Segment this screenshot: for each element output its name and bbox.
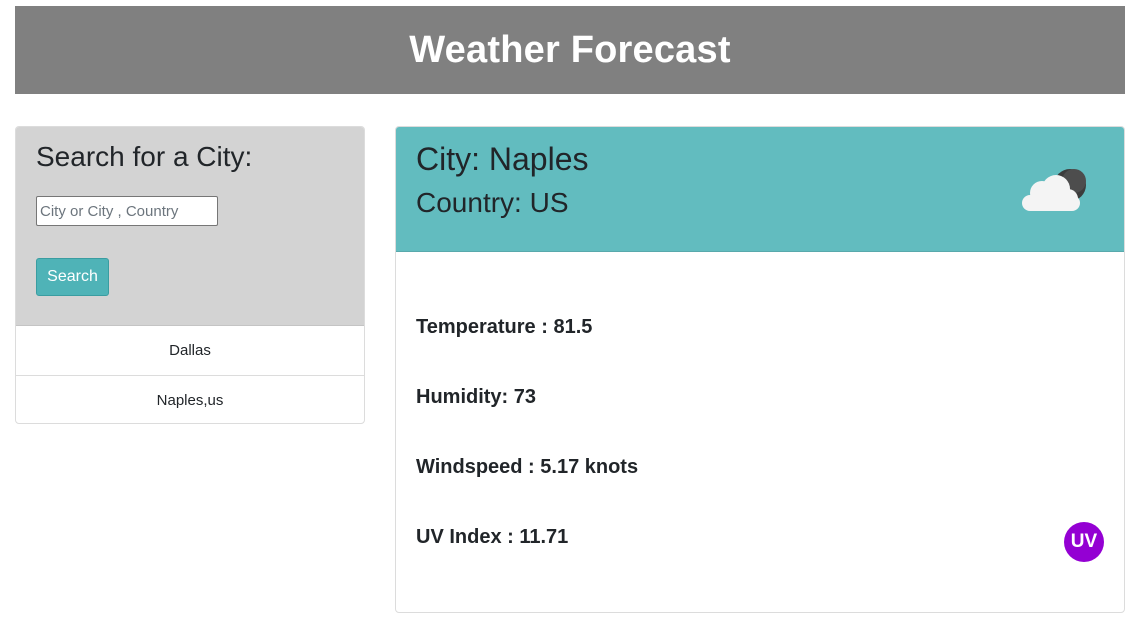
search-button[interactable]: Search bbox=[36, 258, 109, 296]
history-item-naples[interactable]: Naples,us bbox=[16, 376, 364, 423]
page-title: Weather Forecast bbox=[409, 28, 731, 71]
history-item-dallas[interactable]: Dallas bbox=[16, 326, 364, 376]
humidity-value: Humidity: 73 bbox=[416, 386, 537, 408]
forecast-card: City: Naples Country: US Temperature : 8… bbox=[395, 126, 1125, 613]
forecast-details: Temperature : 81.5 Humidity: 73 Windspee… bbox=[396, 252, 1124, 612]
app-header: Weather Forecast bbox=[15, 6, 1125, 94]
windspeed-value: Windspeed : 5.17 knots bbox=[416, 456, 639, 478]
search-title: Search for a City: bbox=[36, 141, 253, 172]
search-history-list: Dallas Naples,us bbox=[16, 326, 364, 423]
search-panel: Search for a City: Search Dallas Naples,… bbox=[15, 126, 365, 424]
uv-index-value: UV Index : 11.71 bbox=[416, 526, 569, 548]
country-name: Country: US bbox=[416, 187, 569, 218]
city-name: City: Naples bbox=[416, 141, 589, 177]
forecast-header: City: Naples Country: US bbox=[396, 127, 1124, 252]
partly-cloudy-night-icon bbox=[1022, 169, 1086, 211]
city-search-input[interactable] bbox=[36, 196, 218, 226]
search-form: Search for a City: Search bbox=[16, 127, 364, 326]
uv-severity-badge: UV bbox=[1064, 522, 1104, 562]
temperature-value: Temperature : 81.5 bbox=[416, 316, 593, 338]
